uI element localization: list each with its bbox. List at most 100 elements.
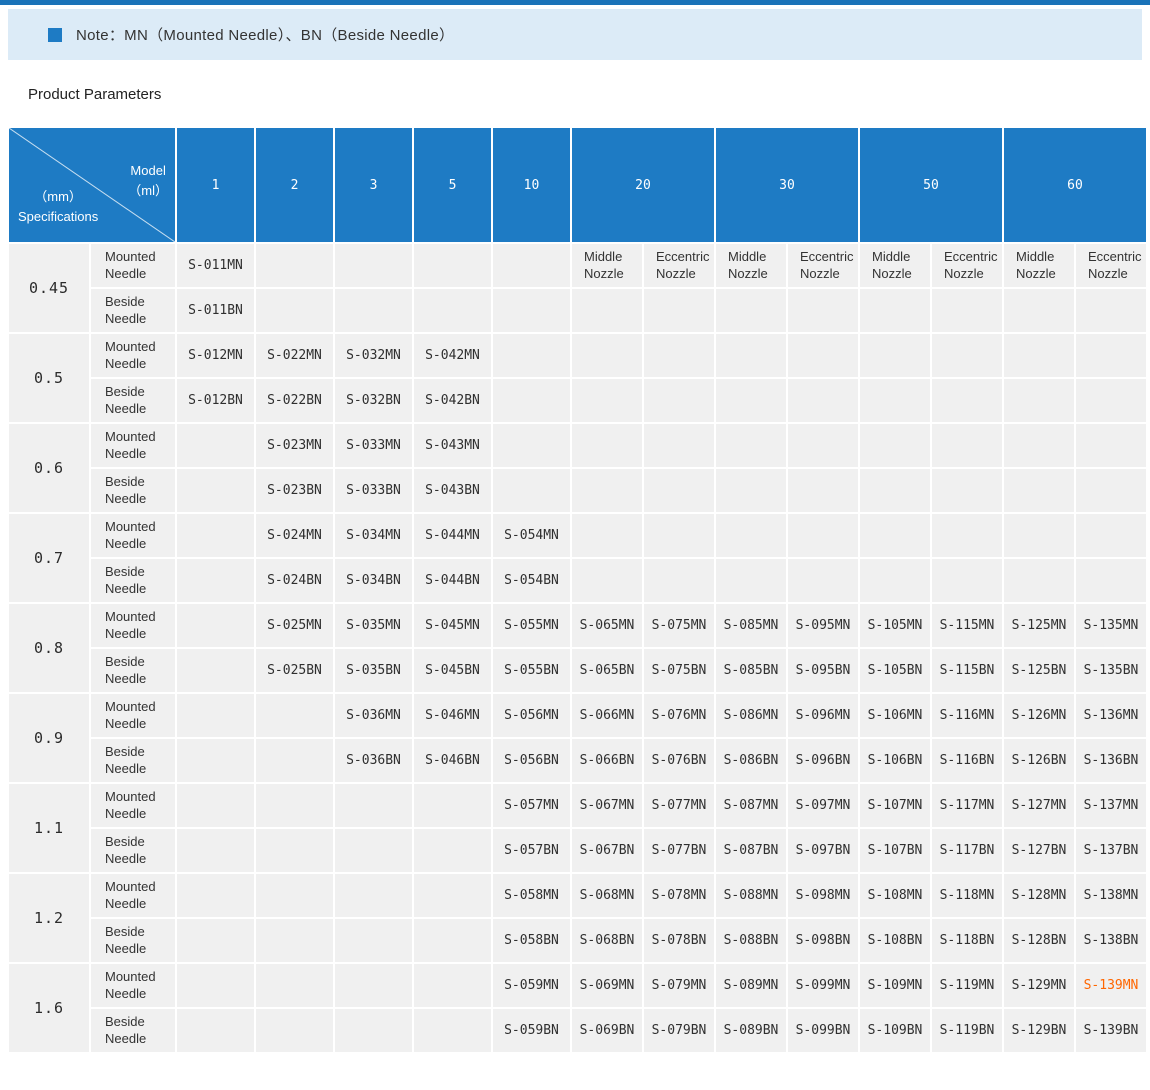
empty-cell bbox=[788, 424, 858, 467]
empty-cell bbox=[177, 649, 254, 692]
table-row: 0.6Mounted NeedleS-023MNS-033MNS-043MN bbox=[9, 424, 1146, 467]
mounted-needle-label-cell: Mounted Needle bbox=[91, 514, 175, 557]
empty-cell bbox=[335, 919, 412, 962]
model-code-cell-S-078BN: S-078BN bbox=[644, 919, 714, 962]
spec-cell-0.9: 0.9 bbox=[9, 694, 89, 782]
model-code-cell-S-085MN: S-085MN bbox=[716, 604, 786, 647]
corner-header-cell: Model （ml） （mm） Specifications bbox=[9, 128, 175, 242]
empty-cell bbox=[572, 334, 642, 377]
beside-needle-label-cell: Beside Needle bbox=[91, 289, 175, 332]
empty-cell bbox=[414, 289, 491, 332]
model-code-cell-S-106BN: S-106BN bbox=[860, 739, 930, 782]
empty-cell bbox=[1076, 334, 1146, 377]
model-code-cell-S-077BN: S-077BN bbox=[644, 829, 714, 872]
empty-cell bbox=[572, 559, 642, 602]
model-code-cell-S-059MN: S-059MN bbox=[493, 964, 570, 1007]
table-row: 1.6Mounted NeedleS-059MNS-069MNS-079MNS-… bbox=[9, 964, 1146, 1007]
empty-cell bbox=[860, 559, 930, 602]
empty-cell bbox=[335, 874, 412, 917]
model-code-cell-S-107BN: S-107BN bbox=[860, 829, 930, 872]
model-code-cell-S-135BN: S-135BN bbox=[1076, 649, 1146, 692]
empty-cell bbox=[414, 874, 491, 917]
mounted-needle-label-cell: Mounted Needle bbox=[91, 604, 175, 647]
empty-cell bbox=[177, 829, 254, 872]
model-code-cell-S-118BN: S-118BN bbox=[932, 919, 1002, 962]
model-code-cell-S-085BN: S-085BN bbox=[716, 649, 786, 692]
model-code-cell-S-025MN: S-025MN bbox=[256, 604, 333, 647]
model-code-cell-S-098MN: S-098MN bbox=[788, 874, 858, 917]
empty-cell bbox=[256, 694, 333, 737]
table-row: 0.8Mounted NeedleS-025MNS-035MNS-045MNS-… bbox=[9, 604, 1146, 647]
empty-cell bbox=[493, 469, 570, 512]
model-code-cell-S-117MN: S-117MN bbox=[932, 784, 1002, 827]
model-code-cell-S-076MN: S-076MN bbox=[644, 694, 714, 737]
model-code-cell-S-034MN: S-034MN bbox=[335, 514, 412, 557]
empty-cell bbox=[335, 829, 412, 872]
empty-cell bbox=[177, 604, 254, 647]
empty-cell bbox=[493, 424, 570, 467]
empty-cell bbox=[177, 559, 254, 602]
model-code-cell-S-115BN: S-115BN bbox=[932, 649, 1002, 692]
model-code-cell-S-044MN: S-044MN bbox=[414, 514, 491, 557]
table-row: 1.1Mounted NeedleS-057MNS-067MNS-077MNS-… bbox=[9, 784, 1146, 827]
empty-cell bbox=[644, 289, 714, 332]
empty-cell bbox=[644, 379, 714, 422]
model-code-cell-S-136BN: S-136BN bbox=[1076, 739, 1146, 782]
empty-cell bbox=[1076, 514, 1146, 557]
note-text: Note：MN（Mounted Needle）、BN（Beside Needle… bbox=[76, 24, 454, 45]
model-code-cell-S-109BN: S-109BN bbox=[860, 1009, 930, 1052]
empty-cell bbox=[788, 289, 858, 332]
mounted-needle-label-cell: Mounted Needle bbox=[91, 874, 175, 917]
model-code-cell-S-034BN: S-034BN bbox=[335, 559, 412, 602]
empty-cell bbox=[932, 424, 1002, 467]
beside-needle-label-cell: Beside Needle bbox=[91, 649, 175, 692]
model-code-cell-S-139MN: S-139MN bbox=[1076, 964, 1146, 1007]
spec-cell-0.6: 0.6 bbox=[9, 424, 89, 512]
mounted-needle-label-cell: Mounted Needle bbox=[91, 964, 175, 1007]
empty-cell bbox=[932, 289, 1002, 332]
model-code-cell-S-058MN: S-058MN bbox=[493, 874, 570, 917]
empty-cell bbox=[644, 469, 714, 512]
empty-cell bbox=[414, 829, 491, 872]
model-code-cell-S-046BN: S-046BN bbox=[414, 739, 491, 782]
model-code-cell-S-069MN: S-069MN bbox=[572, 964, 642, 1007]
model-code-cell-S-043MN: S-043MN bbox=[414, 424, 491, 467]
model-code-cell-S-012MN: S-012MN bbox=[177, 334, 254, 377]
model-code-cell-S-137MN: S-137MN bbox=[1076, 784, 1146, 827]
model-code-cell-S-068BN: S-068BN bbox=[572, 919, 642, 962]
empty-cell bbox=[860, 469, 930, 512]
table-row: Beside NeedleS-025BNS-035BNS-045BNS-055B… bbox=[9, 649, 1146, 692]
top-accent-bar bbox=[0, 0, 1150, 5]
empty-cell bbox=[177, 514, 254, 557]
model-code-cell-S-011MN: S-011MN bbox=[177, 244, 254, 287]
column-header-50ml: 50 bbox=[860, 128, 1002, 242]
model-code-cell-S-099BN: S-099BN bbox=[788, 1009, 858, 1052]
empty-cell bbox=[335, 1009, 412, 1052]
beside-needle-label-cell: Beside Needle bbox=[91, 379, 175, 422]
empty-cell bbox=[716, 379, 786, 422]
empty-cell bbox=[860, 424, 930, 467]
model-code-cell-S-097MN: S-097MN bbox=[788, 784, 858, 827]
model-code-cell-S-079BN: S-079BN bbox=[644, 1009, 714, 1052]
model-code-cell-S-126MN: S-126MN bbox=[1004, 694, 1074, 737]
table-row: Beside NeedleS-058BNS-068BNS-078BNS-088B… bbox=[9, 919, 1146, 962]
model-code-cell-S-106MN: S-106MN bbox=[860, 694, 930, 737]
model-code-cell-S-036BN: S-036BN bbox=[335, 739, 412, 782]
nozzle-subheader-cell: Middle Nozzle bbox=[860, 244, 930, 287]
model-code-cell-S-105BN: S-105BN bbox=[860, 649, 930, 692]
empty-cell bbox=[177, 469, 254, 512]
column-header-30ml: 30 bbox=[716, 128, 858, 242]
empty-cell bbox=[1004, 559, 1074, 602]
table-row: 0.5Mounted NeedleS-012MNS-022MNS-032MNS-… bbox=[9, 334, 1146, 377]
empty-cell bbox=[256, 829, 333, 872]
spec-cell-1.6: 1.6 bbox=[9, 964, 89, 1052]
empty-cell bbox=[788, 559, 858, 602]
empty-cell bbox=[414, 964, 491, 1007]
model-code-cell-S-089BN: S-089BN bbox=[716, 1009, 786, 1052]
model-code-cell-S-139BN: S-139BN bbox=[1076, 1009, 1146, 1052]
note-bullet-icon bbox=[48, 28, 62, 42]
model-code-cell-S-138BN: S-138BN bbox=[1076, 919, 1146, 962]
empty-cell bbox=[177, 424, 254, 467]
empty-cell bbox=[788, 469, 858, 512]
model-code-cell-S-138MN: S-138MN bbox=[1076, 874, 1146, 917]
